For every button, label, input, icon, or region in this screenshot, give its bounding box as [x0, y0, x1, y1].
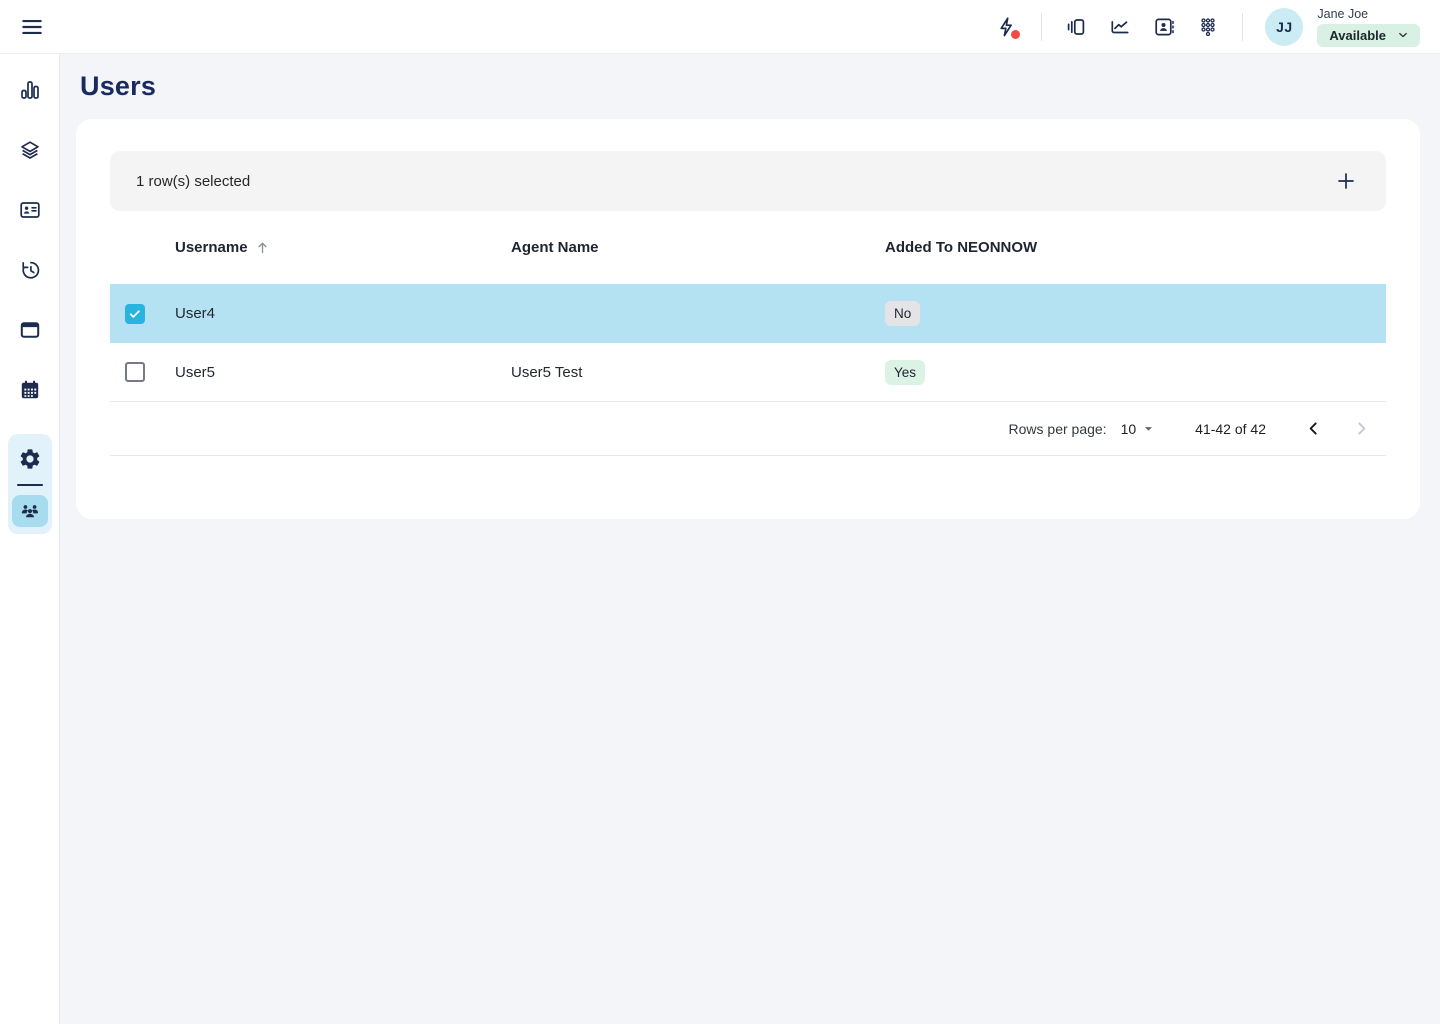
top-bar-actions: JJ Jane Joe Available: [987, 7, 1420, 47]
main-content: Users 1 row(s) selected Username Agent N…: [60, 54, 1440, 1024]
cell-added-to-neonnow: Yes: [885, 360, 1386, 385]
dialpad-button[interactable]: [1188, 7, 1228, 47]
rows-per-page-select[interactable]: 10: [1121, 420, 1158, 437]
user-name: Jane Joe: [1317, 7, 1368, 21]
caret-down-icon: [1140, 420, 1157, 437]
divider: [1242, 13, 1243, 41]
sidebar-item-users[interactable]: [12, 495, 48, 527]
column-header-agent-name[interactable]: Agent Name: [511, 239, 885, 256]
selection-toolbar: 1 row(s) selected: [110, 151, 1386, 211]
sort-asc-arrow-icon: [254, 239, 271, 256]
users-card: 1 row(s) selected Username Agent Name Ad…: [76, 119, 1420, 519]
row-checkbox-unchecked[interactable]: [125, 362, 145, 382]
column-label: Added To NEONNOW: [885, 239, 1037, 256]
id-card-icon: [18, 198, 42, 222]
chevron-left-icon: [1304, 419, 1323, 438]
contacts-button[interactable]: [1144, 7, 1184, 47]
chevron-right-icon: [1352, 419, 1371, 438]
sidebar-item-history[interactable]: [12, 252, 48, 288]
sidebar-item-calendar[interactable]: [12, 372, 48, 408]
notifications-button[interactable]: [987, 7, 1027, 47]
cell-added-to-neonnow: No: [885, 301, 1386, 326]
avatar[interactable]: JJ: [1265, 8, 1303, 46]
sidebar-item-layers[interactable]: [12, 132, 48, 168]
previous-page-button[interactable]: [1296, 412, 1330, 446]
added-status-badge: Yes: [885, 360, 925, 385]
bar-chart-icon: [18, 78, 42, 102]
top-bar: JJ Jane Joe Available: [0, 0, 1440, 54]
sidebar-item-browser[interactable]: [12, 312, 48, 348]
sidebar-settings-group: [8, 434, 52, 534]
sidebar-item-settings[interactable]: [12, 441, 48, 477]
team-icon: [19, 500, 41, 522]
rows-per-page-value: 10: [1121, 421, 1137, 437]
checkbox-cell: [110, 304, 175, 324]
check-icon: [128, 307, 142, 321]
cell-username: User4: [175, 305, 511, 322]
browser-window-icon: [18, 318, 42, 342]
dialpad-icon: [1196, 15, 1220, 39]
sidebar: [0, 54, 60, 1024]
cell-agent-name: User5 Test: [511, 364, 885, 381]
status-label: Available: [1329, 28, 1386, 43]
user-block: Jane Joe Available: [1317, 7, 1420, 47]
settings-group-divider: [17, 484, 43, 486]
hamburger-menu-button[interactable]: [12, 7, 52, 47]
plus-icon: [1334, 169, 1358, 193]
pagination-bar: Rows per page: 10 41-42 of 42: [110, 402, 1386, 456]
page-title: Users: [80, 71, 1440, 102]
table-row[interactable]: User5 User5 Test Yes: [110, 343, 1386, 402]
cell-username: User5: [175, 364, 511, 381]
history-icon: [18, 258, 42, 282]
calendar-icon: [18, 378, 42, 402]
availability-status-button[interactable]: Available: [1317, 24, 1420, 47]
pagination-range: 41-42 of 42: [1195, 421, 1266, 437]
metrics-button[interactable]: [1100, 7, 1140, 47]
contact-book-icon: [1152, 15, 1176, 39]
column-header-added-to-neonnow[interactable]: Added To NEONNOW: [885, 239, 1386, 256]
add-user-button[interactable]: [1330, 165, 1362, 197]
sidebar-item-analytics[interactable]: [12, 72, 48, 108]
divider: [1041, 13, 1042, 41]
column-header-username[interactable]: Username: [175, 239, 511, 256]
layers-icon: [18, 138, 42, 162]
selection-count-text: 1 row(s) selected: [136, 173, 250, 190]
panels-button[interactable]: [1056, 7, 1096, 47]
gear-icon: [18, 447, 42, 471]
chevron-down-icon: [1396, 28, 1410, 42]
sidebar-item-contact-card[interactable]: [12, 192, 48, 228]
notification-dot: [1011, 30, 1020, 39]
checkbox-cell: [110, 362, 175, 382]
line-chart-icon: [1108, 15, 1132, 39]
next-page-button[interactable]: [1344, 412, 1378, 446]
column-label: Username: [175, 239, 248, 256]
table-header-row: Username Agent Name Added To NEONNOW: [110, 211, 1386, 284]
column-label: Agent Name: [511, 239, 599, 256]
panels-icon: [1064, 15, 1088, 39]
hamburger-menu-icon: [19, 14, 45, 40]
row-checkbox-checked[interactable]: [125, 304, 145, 324]
table-row[interactable]: User4 No: [110, 284, 1386, 343]
rows-per-page-label: Rows per page:: [1009, 421, 1107, 437]
added-status-badge: No: [885, 301, 920, 326]
